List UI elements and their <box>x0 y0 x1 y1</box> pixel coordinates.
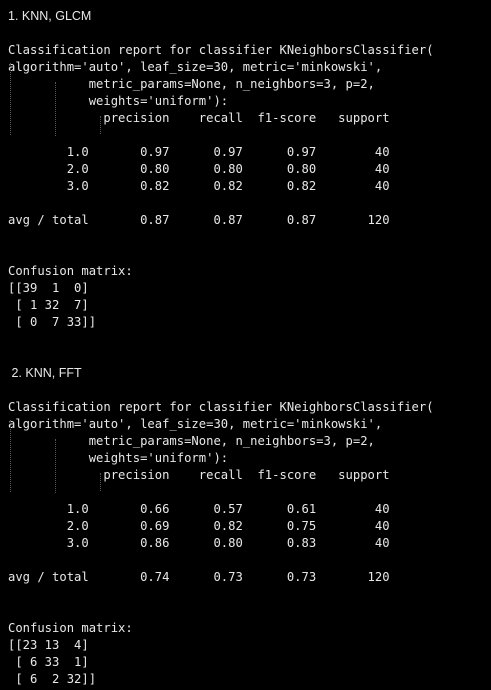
indent-guide <box>100 116 101 134</box>
report-row-class-1: 1.0 0.66 0.57 0.61 40 <box>8 502 390 516</box>
confusion-matrix-row: [ 0 7 33]] <box>8 315 97 329</box>
report-row-class-2: 2.0 0.80 0.80 0.80 40 <box>8 162 390 176</box>
indent-guide <box>55 82 56 136</box>
report-row-class-2: 2.0 0.69 0.82 0.75 40 <box>8 519 390 533</box>
terminal-output: 1. KNN, GLCM Classification report for c… <box>0 0 491 690</box>
report-params-line: weights='uniform'): <box>8 451 229 465</box>
confusion-matrix-row: [[23 13 4] <box>8 638 89 652</box>
report-row-class-3: 3.0 0.86 0.80 0.83 40 <box>8 536 390 550</box>
report-header-line: Classification report for classifier KNe… <box>8 43 434 57</box>
confusion-matrix-row: [ 6 33 1] <box>8 655 89 669</box>
report-row-class-3: 3.0 0.82 0.82 0.82 40 <box>8 179 390 193</box>
confusion-matrix-row: [ 6 2 32]] <box>8 672 97 686</box>
confusion-matrix-title: Confusion matrix: <box>8 621 133 635</box>
confusion-matrix-title: Confusion matrix: <box>8 264 133 278</box>
section-heading: 1. KNN, GLCM <box>8 9 92 23</box>
report-params-line: algorithm='auto', leaf_size=30, metric='… <box>8 417 383 431</box>
confusion-matrix-row: [[39 1 0] <box>8 281 89 295</box>
report-row-class-1: 1.0 0.97 0.97 0.97 40 <box>8 145 390 159</box>
indent-guide <box>100 473 101 491</box>
indent-guide <box>55 439 56 493</box>
report-row-avg-total: avg / total 0.74 0.73 0.73 120 <box>8 570 390 584</box>
report-column-headers: precision recall f1-score support <box>8 468 390 482</box>
report-header-line: Classification report for classifier KNe… <box>8 400 434 414</box>
confusion-matrix-row: [ 1 32 7] <box>8 298 89 312</box>
indent-guide <box>10 420 11 492</box>
report-params-line: weights='uniform'): <box>8 94 229 108</box>
section-heading: 2. KNN, FFT <box>8 366 82 380</box>
report-column-headers: precision recall f1-score support <box>8 111 390 125</box>
indent-guide <box>10 63 11 135</box>
report-params-line: metric_params=None, n_neighbors=3, p=2, <box>8 77 375 91</box>
report-row-avg-total: avg / total 0.87 0.87 0.87 120 <box>8 213 390 227</box>
report-params-line: algorithm='auto', leaf_size=30, metric='… <box>8 60 383 74</box>
report-params-line: metric_params=None, n_neighbors=3, p=2, <box>8 434 375 448</box>
